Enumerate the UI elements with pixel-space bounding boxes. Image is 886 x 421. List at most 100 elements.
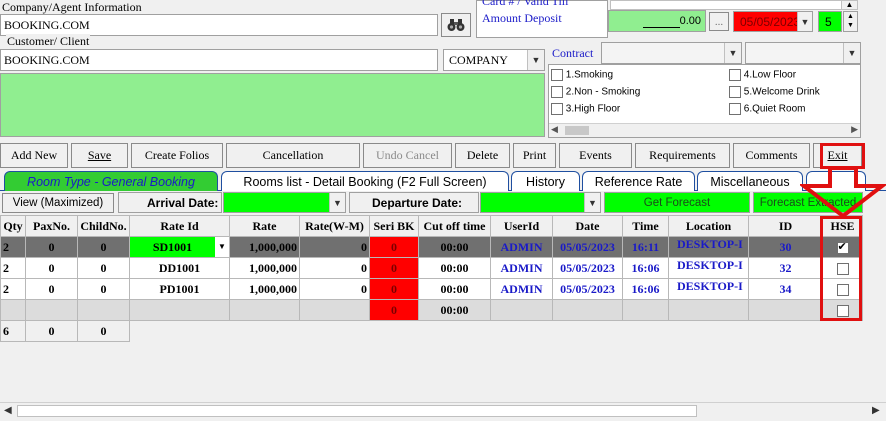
checkbox[interactable] (729, 69, 741, 81)
chevron-right-icon[interactable]: ▶ (872, 405, 880, 416)
cell-child[interactable]: 0 (77, 236, 130, 258)
notes-area[interactable] (0, 73, 545, 137)
events-button[interactable]: Events (559, 143, 632, 168)
cell-rate-wm[interactable]: 0 (299, 236, 370, 258)
cell-userid[interactable]: ADMIN (490, 257, 553, 279)
checkbox[interactable] (551, 103, 563, 115)
cell-pax[interactable] (25, 299, 78, 321)
header-childno[interactable]: ChildNo. (77, 215, 130, 237)
cell-time[interactable]: 16:06 (622, 278, 669, 300)
cell-id[interactable]: 32 (748, 257, 823, 279)
cell-location[interactable]: DESKTOP-I (668, 257, 749, 279)
cancellation-button[interactable]: Cancellation (226, 143, 360, 168)
cell-userid[interactable] (490, 299, 553, 321)
cell-seri-bk[interactable]: 0 (369, 236, 419, 258)
contract-secondary-select[interactable]: ▼ (745, 42, 861, 64)
table-row[interactable]: 2 0 0 PD1001 1,000,000 0 0 00:00 ADMIN 05/05/2023… (0, 278, 863, 300)
pref-low-floor[interactable]: 4.Low Floor (729, 69, 796, 81)
cell-child[interactable] (77, 299, 130, 321)
requirements-button[interactable]: Requirements (635, 143, 730, 168)
cell-rate[interactable]: 1,000,000 (229, 278, 300, 300)
cell-date[interactable]: 05/05/2023 (552, 257, 623, 279)
header-rate-wm[interactable]: Rate(W-M) (299, 215, 370, 237)
pref-quiet-room[interactable]: 6.Quiet Room (729, 103, 805, 115)
checkbox[interactable] (551, 86, 563, 98)
cell-id[interactable]: 34 (748, 278, 823, 300)
cell-qty[interactable]: 2 (0, 278, 26, 300)
cell-rate[interactable]: 1,000,000 (229, 257, 300, 279)
chevron-left-icon[interactable]: ◀ (551, 124, 558, 135)
chevron-left-icon[interactable]: ◀ (4, 405, 12, 416)
header-seri-bk[interactable]: Seri BK (369, 215, 419, 237)
create-folios-button[interactable]: Create Folios (131, 143, 223, 168)
cell-id[interactable]: 30 (748, 236, 823, 258)
cell-rate-wm[interactable]: 0 (299, 257, 370, 279)
cell-rate-wm[interactable] (299, 299, 370, 321)
count-spinner[interactable]: ▲ ▼ (843, 11, 858, 32)
chevron-down-icon[interactable]: ▼ (527, 50, 544, 70)
chevron-up-icon[interactable]: ▲ (841, 0, 858, 10)
company-search-button[interactable] (441, 13, 471, 37)
cell-date[interactable]: 05/05/2023 (552, 236, 623, 258)
header-rate-id[interactable]: Rate Id (129, 215, 230, 237)
view-maximized-button[interactable]: View (Maximized) (2, 193, 114, 213)
cell-location[interactable] (668, 299, 749, 321)
cell-seri-bk[interactable]: 0 (369, 257, 419, 279)
tab-miscellaneous[interactable]: Miscellaneous (697, 171, 803, 191)
cell-userid[interactable]: ADMIN (490, 278, 553, 300)
table-row[interactable]: 2 0 0 SD1001 ▼ 1,000,000 0 0 00:00 ADMIN 05/05/202… (0, 236, 863, 258)
cell-cutoff[interactable]: 00:00 (418, 257, 491, 279)
chevron-down-icon[interactable]: ▼ (584, 193, 600, 212)
cell-location[interactable]: DESKTOP-I (668, 278, 749, 300)
cell-rate-wm[interactable]: 0 (299, 278, 370, 300)
add-new-button[interactable]: Add New (0, 143, 68, 168)
booking-grid[interactable]: Qty PaxNo. ChildNo. Rate Id Rate Rate(W-… (0, 215, 886, 401)
cell-rate-id[interactable]: DD1001 (129, 257, 230, 279)
cell-rate-id[interactable] (129, 299, 230, 321)
chevron-right-icon[interactable]: ▶ (851, 124, 858, 135)
cell-date[interactable]: 05/05/2023 (552, 278, 623, 300)
checkbox[interactable] (729, 103, 741, 115)
cell-child[interactable]: 0 (77, 257, 130, 279)
cell-cutoff[interactable]: 00:00 (418, 236, 491, 258)
get-forecast-button[interactable]: Get Forecast (604, 192, 750, 213)
cell-cutoff[interactable]: 00:00 (418, 278, 491, 300)
cell-pax[interactable]: 0 (25, 278, 78, 300)
header-time[interactable]: Time (622, 215, 669, 237)
tab-rooms-list[interactable]: Rooms list - Detail Booking (F2 Full Scr… (221, 171, 509, 191)
departure-date-picker[interactable]: ▼ (480, 192, 601, 213)
header-date[interactable]: Date (552, 215, 623, 237)
header-cutoff[interactable]: Cut off time (418, 215, 491, 237)
cell-rate[interactable] (229, 299, 300, 321)
cell-rate-id[interactable]: SD1001 ▼ (129, 236, 230, 258)
save-button[interactable]: Save (71, 143, 128, 168)
cell-pax[interactable]: 0 (25, 236, 78, 258)
arrival-date-picker[interactable]: ▼ (223, 192, 346, 213)
cell-pax[interactable]: 0 (25, 257, 78, 279)
chevron-down-icon[interactable]: ▼ (724, 43, 741, 63)
header-paxno[interactable]: PaxNo. (25, 215, 78, 237)
cell-location[interactable]: DESKTOP-I (668, 236, 749, 258)
undo-cancel-button[interactable]: Undo Cancel (363, 143, 452, 168)
cell-qty[interactable]: 2 (0, 257, 26, 279)
cell-seri-bk[interactable]: 0 (369, 278, 419, 300)
cell-date[interactable] (552, 299, 623, 321)
chevron-down-icon[interactable]: ▼ (797, 12, 812, 31)
scroll-thumb[interactable] (565, 126, 589, 135)
table-row[interactable]: 0 00:00 (0, 299, 863, 321)
pref-smoking[interactable]: 1.Smoking (551, 69, 613, 81)
pref-non-smoking[interactable]: 2.Non - Smoking (551, 86, 640, 98)
chevron-down-icon[interactable]: ▼ (329, 193, 345, 212)
tab-reference-rate[interactable]: Reference Rate (582, 171, 695, 191)
header-qty[interactable]: Qty (0, 215, 26, 237)
cell-userid[interactable]: ADMIN (490, 236, 553, 258)
count-field[interactable]: 5 (818, 11, 842, 32)
date-picker[interactable]: 05/05/2023 ▼ (733, 11, 813, 32)
chevron-down-icon[interactable]: ▼ (843, 43, 860, 63)
contract-select[interactable]: ▼ (601, 42, 742, 64)
card-field[interactable] (610, 0, 858, 10)
header-userid[interactable]: UserId (490, 215, 553, 237)
cell-qty[interactable]: 2 (0, 236, 26, 258)
company-field[interactable]: BOOKING.COM (0, 14, 438, 36)
grid-horizontal-scrollbar[interactable]: ◀ ▶ (0, 402, 886, 419)
